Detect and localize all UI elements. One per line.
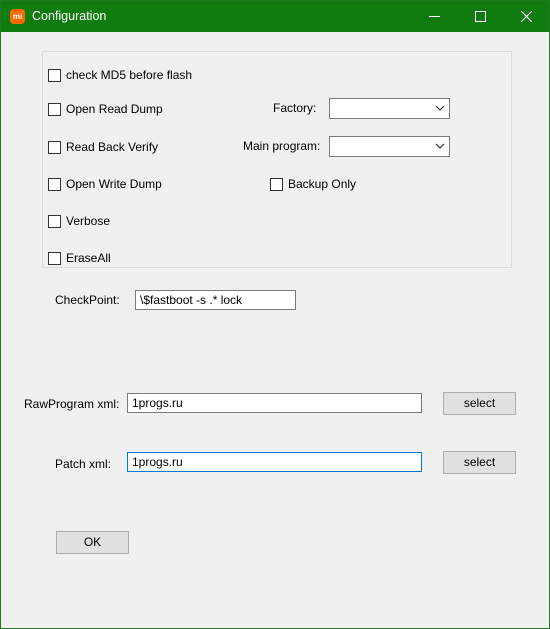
title-bar[interactable]: mi Configuration — [1, 1, 549, 32]
patch-select-button[interactable]: select — [443, 451, 516, 474]
erase-all-label: EraseAll — [66, 251, 111, 265]
window-title: Configuration — [32, 9, 107, 23]
backup-only-checkbox[interactable]: Backup Only — [270, 177, 356, 191]
open-read-dump-label: Open Read Dump — [66, 102, 163, 116]
factory-dropdown[interactable] — [329, 98, 450, 119]
main-program-label: Main program: — [243, 139, 321, 153]
checkpoint-label: CheckPoint: — [55, 293, 120, 307]
maximize-button[interactable] — [457, 1, 503, 32]
chevron-down-icon — [435, 105, 445, 111]
rawprogram-input[interactable]: 1progs.ru — [127, 393, 422, 413]
open-write-dump-label: Open Write Dump — [66, 177, 162, 191]
checkbox-box — [48, 140, 61, 154]
close-icon — [521, 11, 532, 22]
minimize-button[interactable] — [411, 1, 457, 32]
check-md5-label: check MD5 before flash — [66, 68, 193, 82]
erase-all-checkbox[interactable]: EraseAll — [48, 251, 111, 265]
factory-label: Factory: — [273, 101, 317, 115]
patch-input[interactable]: 1progs.ru — [127, 452, 422, 472]
open-read-dump-checkbox[interactable]: Open Read Dump — [48, 102, 163, 116]
main-program-dropdown[interactable] — [329, 136, 450, 157]
checkbox-box — [48, 251, 61, 265]
checkbox-box — [48, 68, 61, 82]
check-md5-checkbox[interactable]: check MD5 before flash — [48, 68, 192, 82]
close-button[interactable] — [503, 1, 549, 32]
patch-label: Patch xml: — [55, 457, 112, 471]
options-group — [42, 51, 512, 268]
mi-logo-icon: mi — [10, 9, 25, 24]
rawprogram-label: RawProgram xml: — [24, 397, 120, 411]
checkpoint-input[interactable]: \$fastboot -s .* lock — [135, 290, 296, 310]
maximize-icon — [475, 11, 486, 22]
verbose-checkbox[interactable]: Verbose — [48, 214, 110, 228]
open-write-dump-checkbox[interactable]: Open Write Dump — [48, 177, 162, 191]
rawprogram-select-button[interactable]: select — [443, 392, 516, 415]
read-back-verify-label: Read Back Verify — [66, 140, 159, 154]
minimize-icon — [429, 16, 440, 17]
chevron-down-icon — [435, 143, 445, 149]
configuration-window: mi Configuration check MD5 before flash … — [0, 0, 550, 629]
read-back-verify-checkbox[interactable]: Read Back Verify — [48, 140, 158, 154]
checkbox-box — [48, 214, 61, 228]
backup-only-label: Backup Only — [288, 177, 357, 191]
ok-button[interactable]: OK — [56, 531, 129, 554]
checkbox-box — [48, 177, 61, 191]
checkbox-box — [270, 177, 283, 191]
verbose-label: Verbose — [66, 214, 111, 228]
checkbox-box — [48, 102, 61, 116]
